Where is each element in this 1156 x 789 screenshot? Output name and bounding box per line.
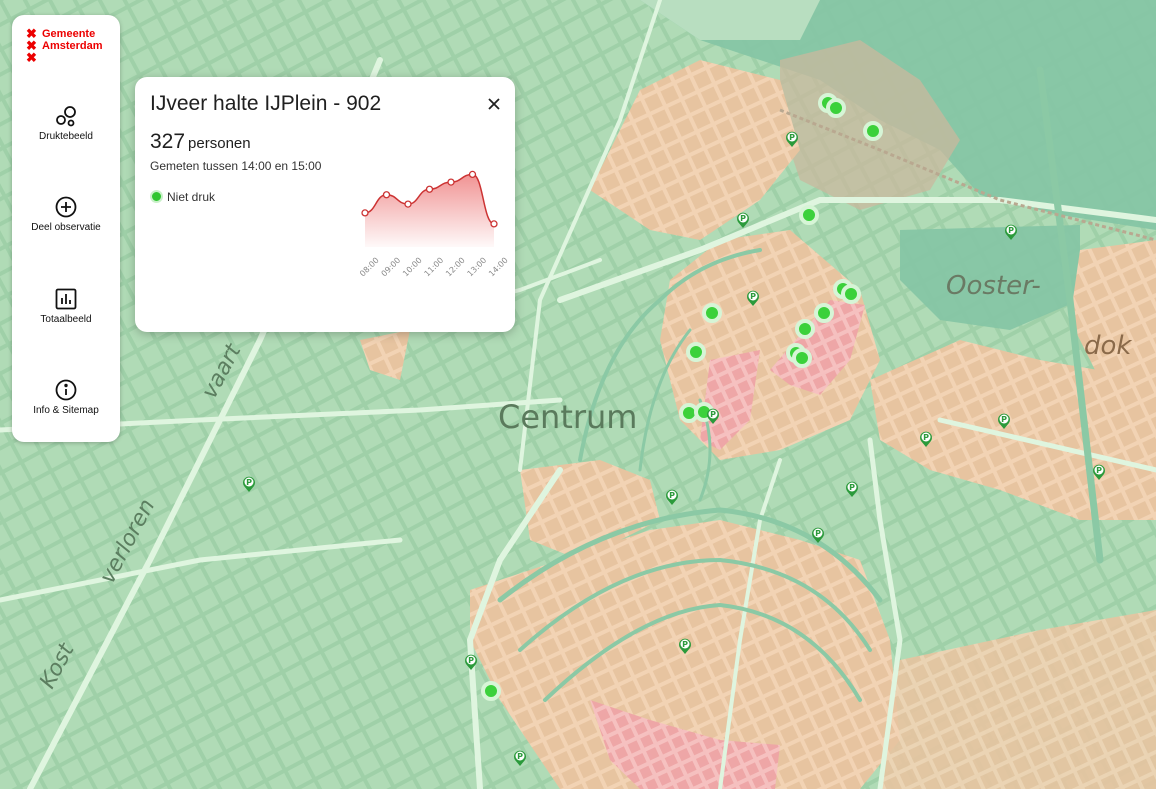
observation-point[interactable] [792, 348, 812, 368]
observation-point[interactable] [481, 681, 501, 701]
status-label: Niet druk [167, 190, 216, 204]
logo-line-2: Amsterdam [42, 40, 103, 52]
sidebar-item-druktebeeld[interactable]: Druktebeeld [12, 105, 120, 142]
sidebar-item-label: Deel observatie [31, 222, 101, 233]
chart-point [404, 200, 412, 208]
svg-text:P: P [750, 292, 756, 301]
svg-text:P: P [1001, 415, 1007, 424]
map-label-centrum: Centrum [498, 398, 637, 436]
svg-text:P: P [849, 483, 855, 492]
crowd-status: Niet druk [150, 190, 215, 204]
sidebar: ✖ ✖ ✖ Gemeente Amsterdam Druktebeeld Dee… [12, 15, 120, 442]
observation-point[interactable] [795, 319, 815, 339]
info-icon [55, 379, 77, 401]
svg-text:P: P [246, 478, 252, 487]
crowd-chart: 08:0009:0010:0011:0012:0013:0014:00 [358, 170, 510, 279]
location-popup: IJveer halte IJPlein - 902 327 personen G… [135, 77, 515, 332]
circles-icon [56, 106, 76, 127]
observation-point[interactable] [799, 205, 819, 225]
svg-text:P: P [1008, 226, 1014, 235]
chart-point [447, 178, 455, 186]
chart-x-tick-label: 10:00 [401, 256, 424, 279]
chart-area [365, 174, 494, 247]
chart-point [361, 209, 369, 217]
chart-x-tick-label: 12:00 [444, 256, 467, 279]
chart-x-tick-label: 11:00 [423, 256, 446, 279]
sidebar-item-info-sitemap[interactable]: Info & Sitemap [12, 379, 120, 416]
sidebar-item-totaalbeeld[interactable]: Totaalbeeld [12, 288, 120, 325]
svg-text:P: P [669, 491, 675, 500]
observation-point[interactable] [826, 98, 846, 118]
observation-point[interactable] [841, 284, 861, 304]
measured-period: Gemeten tussen 14:00 en 15:00 [150, 159, 322, 173]
svg-text:P: P [517, 752, 523, 761]
svg-text:P: P [740, 214, 746, 223]
observation-point[interactable] [686, 342, 706, 362]
svg-text:P: P [789, 133, 795, 142]
chart-x-tick-label: 13:00 [466, 256, 489, 279]
close-icon[interactable] [485, 95, 503, 113]
observation-point[interactable] [814, 303, 834, 323]
chart-point [382, 191, 391, 199]
observation-point[interactable] [702, 303, 722, 323]
observation-point[interactable] [863, 121, 883, 141]
map-label-oosterdok-2: dok [1084, 331, 1132, 361]
count-value: 327 [150, 130, 186, 153]
chart-x-ticks: 08:0009:0010:0011:0012:0013:0014:00 [358, 256, 510, 279]
sidebar-item-label: Info & Sitemap [33, 405, 99, 416]
svg-text:P: P [468, 656, 474, 665]
sidebar-item-label: Totaalbeeld [40, 314, 92, 325]
chart-x-tick-label: 08:00 [358, 256, 381, 279]
popup-title: IJveer halte IJPlein - 902 [150, 92, 382, 115]
sidebar-item-label: Druktebeeld [39, 131, 93, 142]
chart-x-tick-label: 14:00 [487, 256, 510, 279]
cross-icon: ✖ [26, 50, 37, 65]
logo-line-1: Gemeente [42, 28, 96, 40]
sidebar-item-deel-observatie[interactable]: Deel observatie [12, 196, 120, 233]
map-label-oosterdok-1: Ooster- [946, 271, 1041, 301]
svg-text:P: P [923, 433, 929, 442]
chart-point [468, 170, 477, 179]
count-unit: personen [188, 135, 251, 152]
bar-chart-icon [55, 288, 77, 310]
plus-circle-icon [55, 196, 77, 218]
svg-text:P: P [710, 410, 716, 419]
svg-text:P: P [815, 529, 821, 538]
chart-point [425, 185, 434, 193]
svg-text:P: P [1096, 466, 1102, 475]
chart-point [490, 220, 498, 228]
status-dot [150, 190, 163, 203]
svg-text:P: P [682, 640, 688, 649]
visitor-count: 327 personen [150, 130, 251, 154]
chart-x-tick-label: 09:00 [380, 256, 403, 279]
